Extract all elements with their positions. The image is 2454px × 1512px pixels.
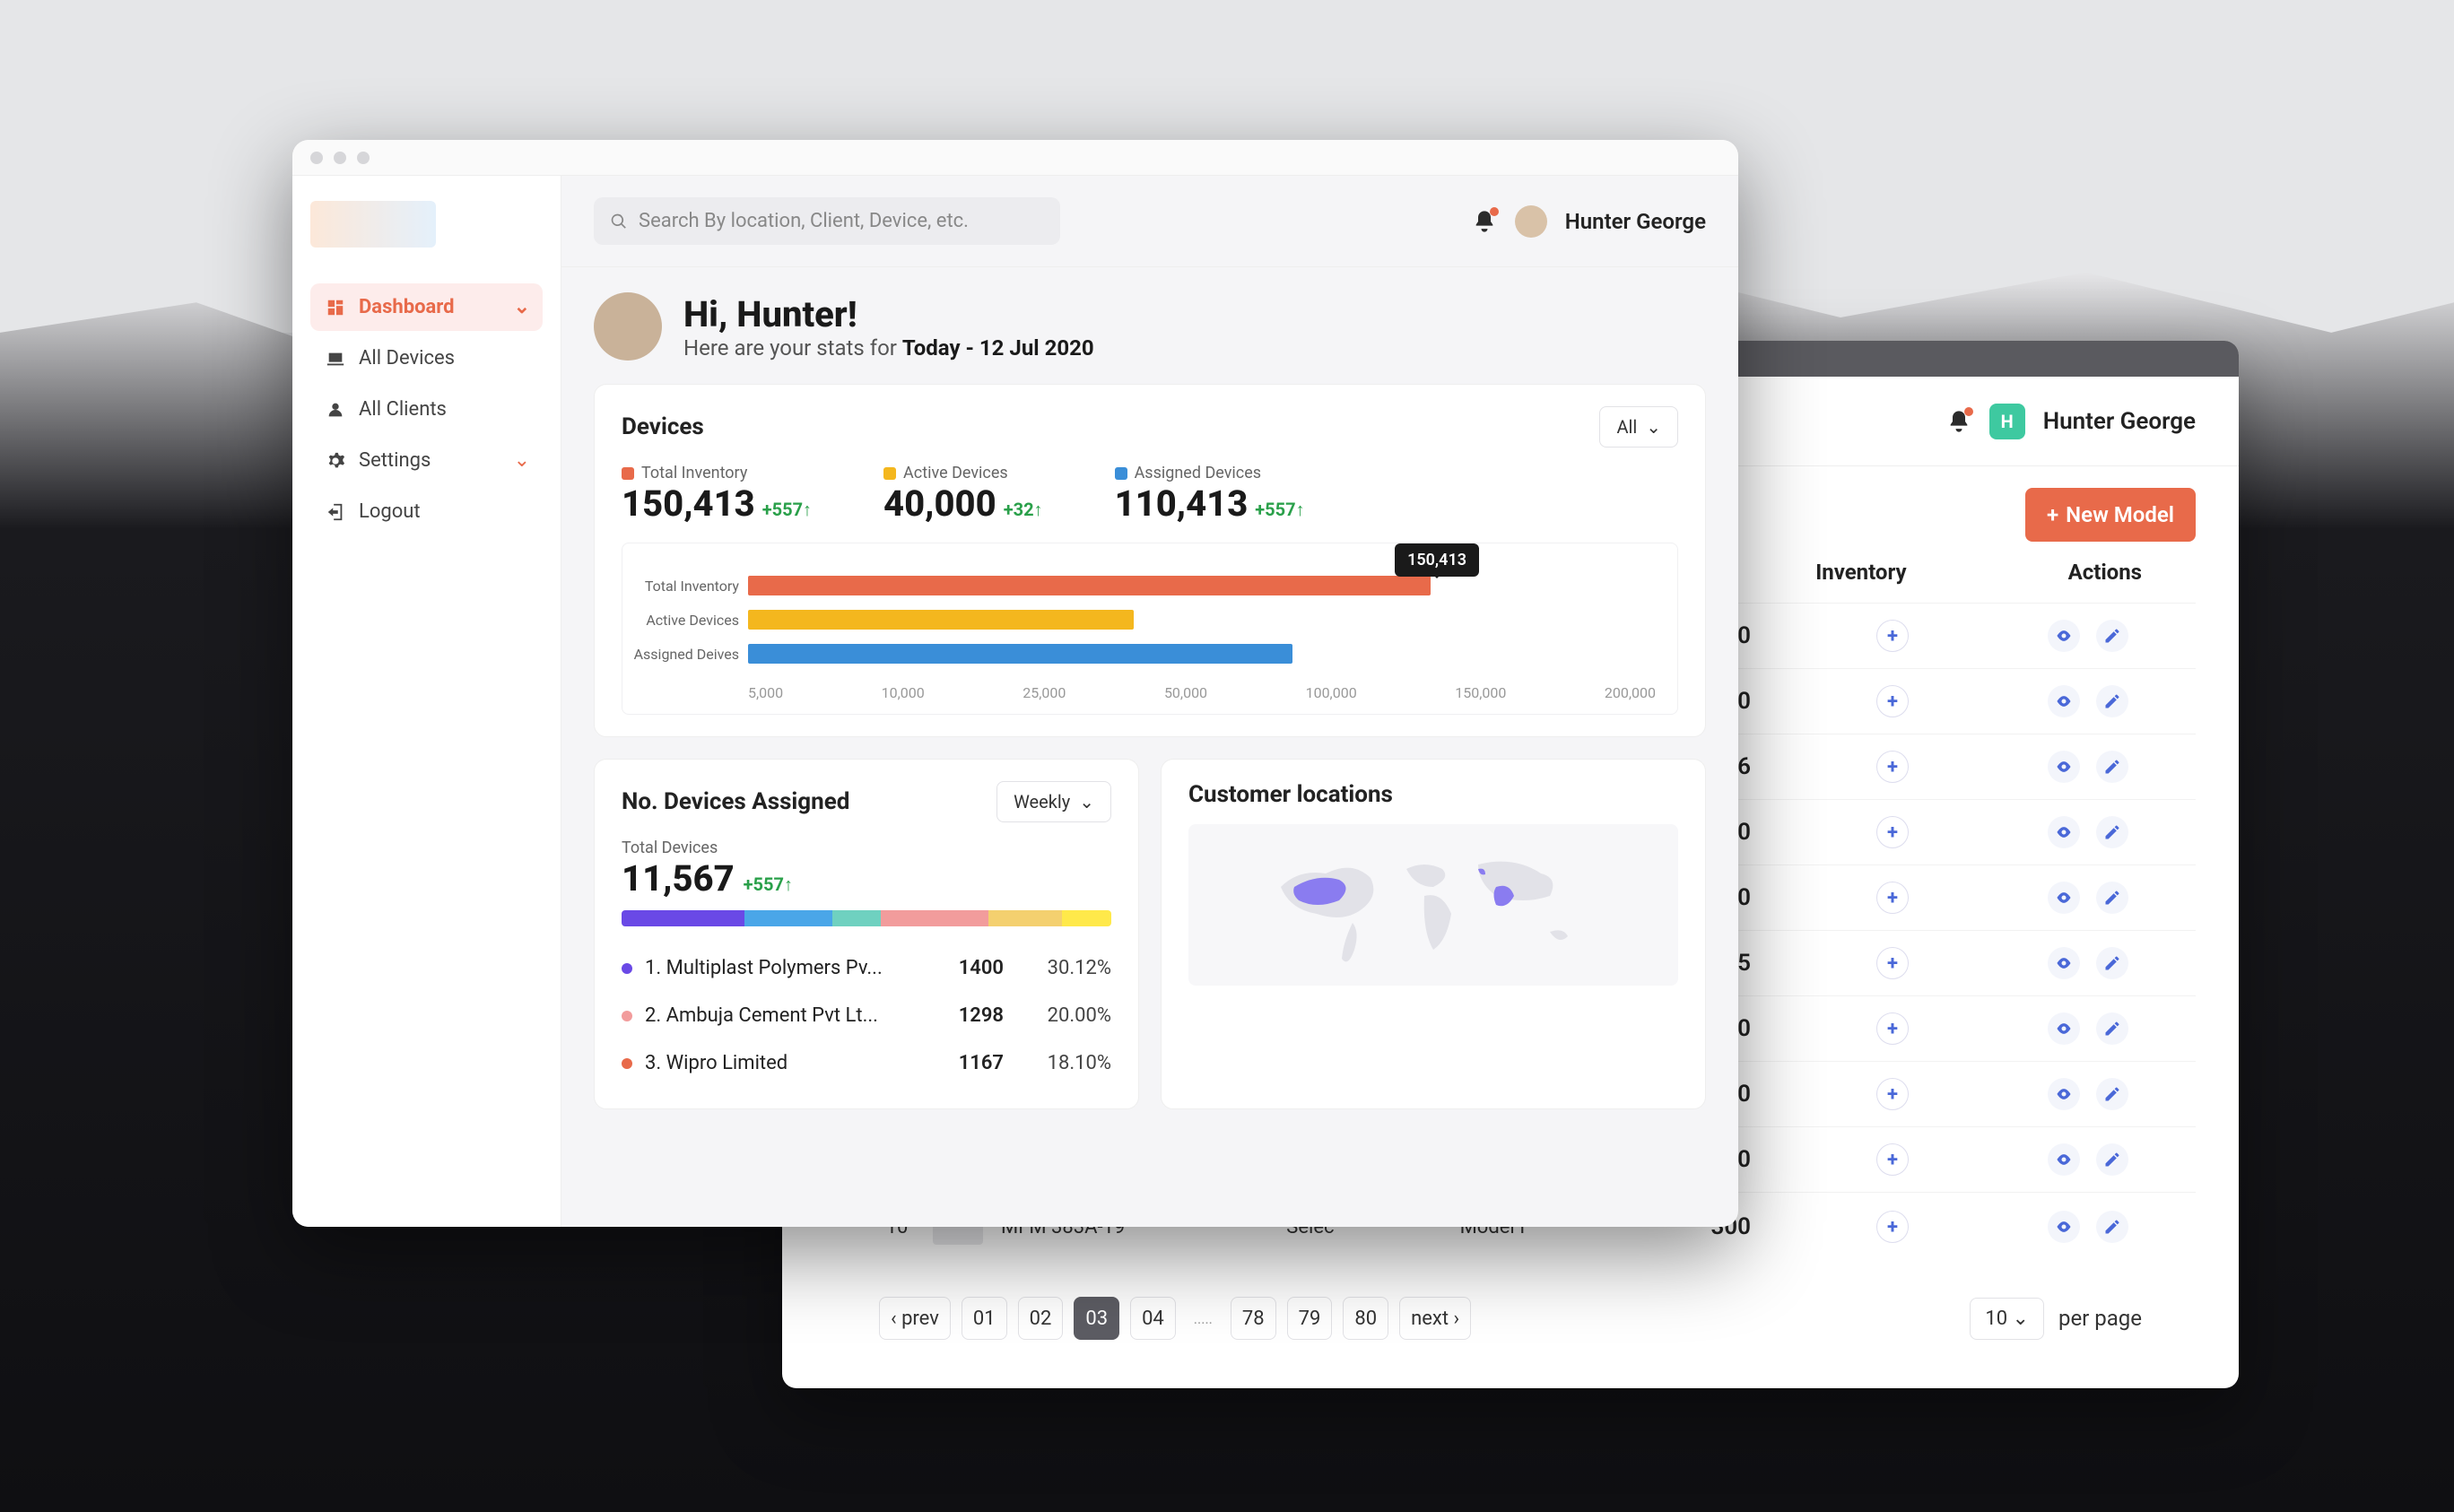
edit-icon[interactable]	[2096, 1078, 2128, 1110]
pager-page[interactable]: 04	[1130, 1297, 1176, 1340]
pager-page[interactable]: 02	[1018, 1297, 1064, 1340]
add-button[interactable]: +	[1876, 947, 1909, 979]
dashboard-window: Dashboard ⌄ All Devices All Clients Sett…	[292, 140, 1738, 1227]
add-button[interactable]: +	[1876, 882, 1909, 914]
chevron-down-icon: ⌄	[514, 296, 530, 318]
view-icon[interactable]	[2048, 1211, 2080, 1243]
sidebar: Dashboard ⌄ All Devices All Clients Sett…	[292, 176, 561, 1227]
edit-icon[interactable]	[2096, 1211, 2128, 1243]
sidebar-item-all-devices[interactable]: All Devices	[310, 335, 543, 382]
list-item: 3. Wipro Limited116718.10%	[622, 1039, 1111, 1087]
laptop-icon	[325, 348, 346, 369]
pager-page[interactable]: 01	[962, 1297, 1007, 1340]
view-icon[interactable]	[2048, 947, 2080, 979]
users-icon	[325, 399, 346, 421]
chevron-down-icon: ⌄	[2013, 1308, 2029, 1330]
pager-page[interactable]: 80	[1343, 1297, 1388, 1340]
list-item: 1. Multiplast Polymers Pv...140030.12%	[622, 944, 1111, 992]
window-chrome	[292, 140, 1738, 176]
sidebar-item-all-clients[interactable]: All Clients	[310, 386, 543, 433]
add-button[interactable]: +	[1876, 1078, 1909, 1110]
col-actions: Actions	[2068, 560, 2142, 585]
pager-page[interactable]: 79	[1287, 1297, 1333, 1340]
world-map	[1188, 824, 1678, 986]
period-select[interactable]: Weekly⌄	[996, 781, 1111, 822]
avatar[interactable]: H	[1989, 404, 2025, 439]
dashboard-icon	[325, 297, 346, 318]
sidebar-item-settings[interactable]: Settings ⌄	[310, 437, 543, 484]
assigned-card: No. Devices Assigned Weekly⌄ Total Devic…	[594, 759, 1139, 1109]
sidebar-item-dashboard[interactable]: Dashboard ⌄	[310, 283, 543, 331]
notification-icon[interactable]	[1946, 409, 1971, 434]
pager-page[interactable]: 03	[1074, 1297, 1119, 1340]
perpage-label: per page	[2058, 1306, 2142, 1331]
edit-icon[interactable]	[2096, 1143, 2128, 1176]
devices-bar-chart: Total Inventory150,413Active DevicesAssi…	[622, 543, 1678, 715]
edit-icon[interactable]	[2096, 1012, 2128, 1045]
devices-card: Devices All⌄ Total Inventory 150,413+557…	[594, 384, 1706, 737]
add-button[interactable]: +	[1876, 751, 1909, 783]
sidebar-item-logout[interactable]: Logout	[310, 488, 543, 535]
greeting-title: Hi, Hunter!	[683, 293, 1094, 335]
card-title: No. Devices Assigned	[622, 788, 849, 815]
view-icon[interactable]	[2048, 1078, 2080, 1110]
pager-prev[interactable]: ‹ prev	[879, 1297, 951, 1340]
avatar[interactable]	[1515, 205, 1547, 238]
greeting: Hi, Hunter! Here are your stats for Toda…	[594, 292, 1706, 361]
view-icon[interactable]	[2048, 620, 2080, 652]
chevron-down-icon: ⌄	[1646, 416, 1661, 438]
add-button[interactable]: +	[1876, 620, 1909, 652]
view-icon[interactable]	[2048, 751, 2080, 783]
edit-icon[interactable]	[2096, 882, 2128, 914]
chevron-down-icon: ⌄	[514, 449, 530, 472]
logout-icon	[325, 501, 346, 523]
view-icon[interactable]	[2048, 685, 2080, 717]
pager: ‹ prev 01 02 03 04 ..... 78 79 80 next ›	[879, 1297, 1471, 1340]
search-icon	[610, 213, 628, 230]
perpage-select[interactable]: 10 ⌄	[1970, 1298, 2044, 1340]
logo	[310, 201, 436, 248]
edit-icon[interactable]	[2096, 816, 2128, 848]
edit-icon[interactable]	[2096, 947, 2128, 979]
add-button[interactable]: +	[1876, 685, 1909, 717]
pager-next[interactable]: next ›	[1399, 1297, 1471, 1340]
add-button[interactable]: +	[1876, 816, 1909, 848]
card-title: Customer locations	[1188, 781, 1393, 808]
edit-icon[interactable]	[2096, 620, 2128, 652]
add-button[interactable]: +	[1876, 1012, 1909, 1045]
pager-page[interactable]: 78	[1231, 1297, 1276, 1340]
gear-icon	[325, 450, 346, 472]
view-icon[interactable]	[2048, 816, 2080, 848]
edit-icon[interactable]	[2096, 685, 2128, 717]
notification-icon[interactable]	[1472, 209, 1497, 234]
locations-card: Customer locations	[1161, 759, 1706, 1109]
topbar: Search By location, Client, Device, etc.…	[561, 176, 1738, 267]
avatar	[594, 292, 662, 361]
view-icon[interactable]	[2048, 1012, 2080, 1045]
search-input[interactable]: Search By location, Client, Device, etc.	[594, 197, 1060, 245]
new-model-button[interactable]: +New Model	[2025, 488, 2196, 542]
card-title: Devices	[622, 413, 704, 440]
add-button[interactable]: +	[1876, 1143, 1909, 1176]
list-item: 2. Ambuja Cement Pvt Lt...129820.00%	[622, 992, 1111, 1039]
user-name: Hunter George	[1565, 209, 1706, 234]
stacked-bar	[622, 910, 1111, 926]
pager-ellipsis: .....	[1187, 1310, 1220, 1327]
chevron-down-icon: ⌄	[1079, 791, 1094, 812]
view-icon[interactable]	[2048, 1143, 2080, 1176]
add-button[interactable]: +	[1876, 1211, 1909, 1243]
edit-icon[interactable]	[2096, 751, 2128, 783]
user-name: Hunter George	[2043, 408, 2196, 435]
col-inventory: Inventory	[1815, 560, 1906, 585]
devices-filter-select[interactable]: All⌄	[1599, 406, 1678, 448]
view-icon[interactable]	[2048, 882, 2080, 914]
